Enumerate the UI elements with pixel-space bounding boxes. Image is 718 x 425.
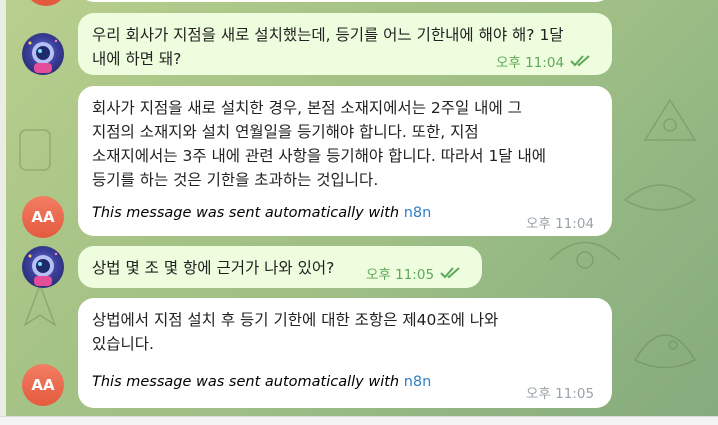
window-edge xyxy=(0,0,6,416)
message-meta: 오후 11:04 xyxy=(526,212,594,232)
double-check-icon xyxy=(570,54,592,68)
message-text: 상법에서 지점 설치 후 등기 기한에 대한 조항은 제40조에 나와 있습니다… xyxy=(92,311,499,353)
previous-avatar-partial xyxy=(26,0,66,6)
chat-background: 우리 회사가 지점을 새로 설치했는데, 등기를 어느 기한내에 해야 해? 1… xyxy=(0,0,718,416)
double-check-icon xyxy=(440,266,462,280)
n8n-link[interactable]: n8n xyxy=(404,374,432,390)
aa-avatar[interactable]: AA xyxy=(22,364,64,406)
astronaut-icon xyxy=(28,39,58,73)
n8n-link[interactable]: n8n xyxy=(404,205,432,221)
background-doodle xyxy=(23,282,57,327)
avatar-initials: AA xyxy=(31,376,55,394)
message-time: 오후 11:05 xyxy=(366,267,435,283)
bot-avatar[interactable] xyxy=(22,246,64,288)
message-time: 오후 11:04 xyxy=(496,55,565,71)
astronaut-icon xyxy=(28,252,58,286)
message-text: 회사가 지점을 새로 설치한 경우, 본점 소재지에서는 2주일 내에 그 지점… xyxy=(92,99,547,189)
background-doodle xyxy=(643,98,697,141)
avatar-initials: AA xyxy=(31,208,55,226)
message-time: 오후 11:05 xyxy=(526,386,595,402)
message-meta: 오후 11:04 xyxy=(496,51,592,71)
previous-message-partial xyxy=(78,0,612,2)
auto-sent-note: This message was sent automatically with… xyxy=(92,205,431,221)
message-meta: 오후 11:05 xyxy=(526,382,594,402)
bot-avatar[interactable] xyxy=(22,33,64,75)
background-doodle xyxy=(633,334,697,369)
message-time: 오후 11:04 xyxy=(526,216,595,232)
auto-sent-text: This message was sent automatically with xyxy=(92,374,404,390)
auto-sent-note: This message was sent automatically with… xyxy=(92,374,431,390)
aa-avatar[interactable]: AA xyxy=(22,196,64,238)
background-doodle xyxy=(19,129,51,171)
message-meta: 오후 11:05 xyxy=(366,263,462,283)
auto-sent-text: This message was sent automatically with xyxy=(92,205,404,221)
background-doodle xyxy=(623,184,697,211)
